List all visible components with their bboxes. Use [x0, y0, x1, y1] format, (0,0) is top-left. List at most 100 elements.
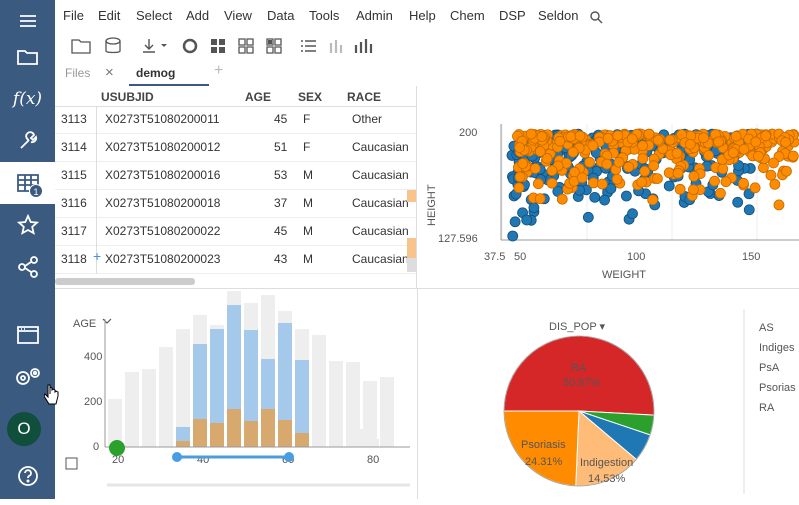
slider-max-handle[interactable]: [284, 452, 294, 462]
scatter-point[interactable]: [743, 204, 755, 216]
cell-age[interactable]: 43: [274, 252, 287, 266]
histogram-bar[interactable]: [108, 399, 122, 447]
scatter-point[interactable]: [781, 165, 792, 177]
scatter-point[interactable]: [652, 173, 663, 184]
refresh-icon[interactable]: [181, 37, 201, 55]
cell-usubjid[interactable]: X0273T51080200012: [105, 140, 220, 154]
scatter-point[interactable]: [588, 177, 599, 189]
close-icon[interactable]: ×: [105, 64, 114, 81]
histogram-filtered-bar[interactable]: [227, 409, 241, 447]
scatter-point[interactable]: [587, 140, 599, 152]
cell-usubjid[interactable]: X0273T51080200023: [105, 252, 220, 266]
histogram-bar[interactable]: [329, 361, 343, 447]
scatter-point[interactable]: [636, 176, 648, 188]
cell-race[interactable]: Caucasian: [352, 140, 409, 154]
list-icon[interactable]: [299, 37, 319, 55]
cell-sex[interactable]: F: [303, 112, 310, 126]
menu-seldon[interactable]: Seldon: [538, 8, 578, 23]
histogram-filtered-bar[interactable]: [278, 420, 292, 447]
menu-help[interactable]: Help: [409, 8, 436, 23]
database-icon[interactable]: [104, 37, 124, 55]
layout-icon[interactable]: [265, 37, 285, 55]
bar-chart-icon[interactable]: [353, 37, 373, 55]
scatter-point[interactable]: [556, 193, 568, 205]
pie-slice-ra[interactable]: [503, 335, 655, 416]
data-grid[interactable]: USUBJID AGE SEX RACE 3113 X0273T51080200…: [55, 86, 417, 288]
open-folder-icon[interactable]: [71, 37, 91, 55]
cell-usubjid[interactable]: X0273T51080200022: [105, 224, 220, 238]
add-tab-icon[interactable]: +: [214, 62, 223, 80]
scatter-point[interactable]: [637, 153, 649, 164]
histogram-filtered-bar[interactable]: [261, 409, 275, 447]
scatter-point[interactable]: [738, 143, 750, 155]
scatter-point[interactable]: [507, 230, 519, 242]
scatter-point[interactable]: [601, 158, 613, 170]
scatter-point[interactable]: [626, 133, 638, 145]
scatter-point[interactable]: [703, 150, 714, 161]
scatter-point[interactable]: [749, 182, 761, 194]
scatter-point[interactable]: [613, 156, 625, 168]
scatter-point[interactable]: [639, 165, 651, 177]
scatter-point[interactable]: [768, 157, 779, 169]
histogram-filtered-bar[interactable]: [193, 419, 207, 447]
cell-sex[interactable]: M: [303, 252, 313, 266]
scatter-point[interactable]: [715, 187, 726, 199]
help-icon[interactable]: [0, 455, 55, 497]
wrench-icon[interactable]: [0, 120, 55, 162]
cell-sex[interactable]: F: [303, 140, 310, 154]
menu-add[interactable]: Add: [186, 8, 209, 23]
scatter-point[interactable]: [760, 130, 772, 142]
cell-usubjid[interactable]: X0273T51080200016: [105, 168, 220, 182]
scatter-point[interactable]: [514, 171, 526, 183]
tab-files[interactable]: Files: [65, 66, 90, 80]
scatter-point[interactable]: [528, 202, 540, 214]
histogram-bar[interactable]: [142, 369, 156, 447]
scatter-point[interactable]: [576, 172, 588, 184]
search-icon[interactable]: [590, 11, 603, 24]
scatter-point[interactable]: [674, 183, 686, 195]
scatter-point[interactable]: [663, 180, 675, 192]
cell-usubjid[interactable]: X0273T51080200011: [105, 112, 220, 126]
scatter-point[interactable]: [671, 147, 683, 159]
cell-race[interactable]: Caucasian: [352, 196, 409, 210]
scatter-point[interactable]: [709, 175, 720, 187]
histogram-filtered-bar[interactable]: [210, 423, 224, 447]
scatter-point[interactable]: [567, 146, 579, 158]
scatter-point[interactable]: [647, 194, 659, 206]
avatar[interactable]: O: [7, 412, 41, 446]
histogram-bar[interactable]: [125, 372, 139, 447]
scatter-point[interactable]: [717, 163, 729, 175]
menu-select[interactable]: Select: [136, 8, 172, 23]
scatter-point[interactable]: [532, 178, 544, 190]
cell-usubjid[interactable]: X0273T51080200018: [105, 196, 220, 210]
cell-sex[interactable]: M: [303, 224, 313, 238]
scatter-point[interactable]: [521, 214, 533, 226]
function-icon[interactable]: f(x): [0, 78, 55, 120]
scatter-point[interactable]: [637, 140, 649, 152]
download-icon[interactable]: [141, 37, 171, 55]
menu-view[interactable]: View: [224, 8, 252, 23]
table-row[interactable]: 3114 X0273T51080200012 51 F Caucasian: [55, 134, 416, 162]
histogram-filtered-bar[interactable]: [176, 441, 190, 447]
scatter-point[interactable]: [758, 162, 769, 174]
tab-demog[interactable]: demog: [136, 66, 175, 80]
scatter-point[interactable]: [620, 190, 632, 202]
scatter-point[interactable]: [730, 130, 742, 142]
scatter-point[interactable]: [584, 156, 595, 168]
scatter-point[interactable]: [554, 135, 566, 147]
bars-light-icon[interactable]: [327, 37, 347, 55]
table-row[interactable]: 3118 X0273T51080200023 43 M Caucasian: [55, 246, 416, 274]
scatter-point[interactable]: [652, 134, 664, 146]
menu-tools[interactable]: Tools: [309, 8, 339, 23]
histogram-bar[interactable]: [351, 429, 363, 447]
table-row[interactable]: 3117 X0273T51080200022 45 M Caucasian: [55, 218, 416, 246]
share-icon[interactable]: [0, 246, 55, 288]
slider-min-handle[interactable]: [172, 452, 182, 462]
table-row[interactable]: 3115 X0273T51080200016 53 M Caucasian: [55, 162, 416, 190]
row-add-icon[interactable]: +: [93, 248, 101, 264]
horizontal-scrollbar[interactable]: [55, 278, 195, 285]
histogram-bar[interactable]: [312, 335, 326, 447]
scatter-point[interactable]: [611, 173, 623, 185]
scatter-point[interactable]: [514, 142, 525, 153]
scatter-point[interactable]: [525, 128, 537, 140]
